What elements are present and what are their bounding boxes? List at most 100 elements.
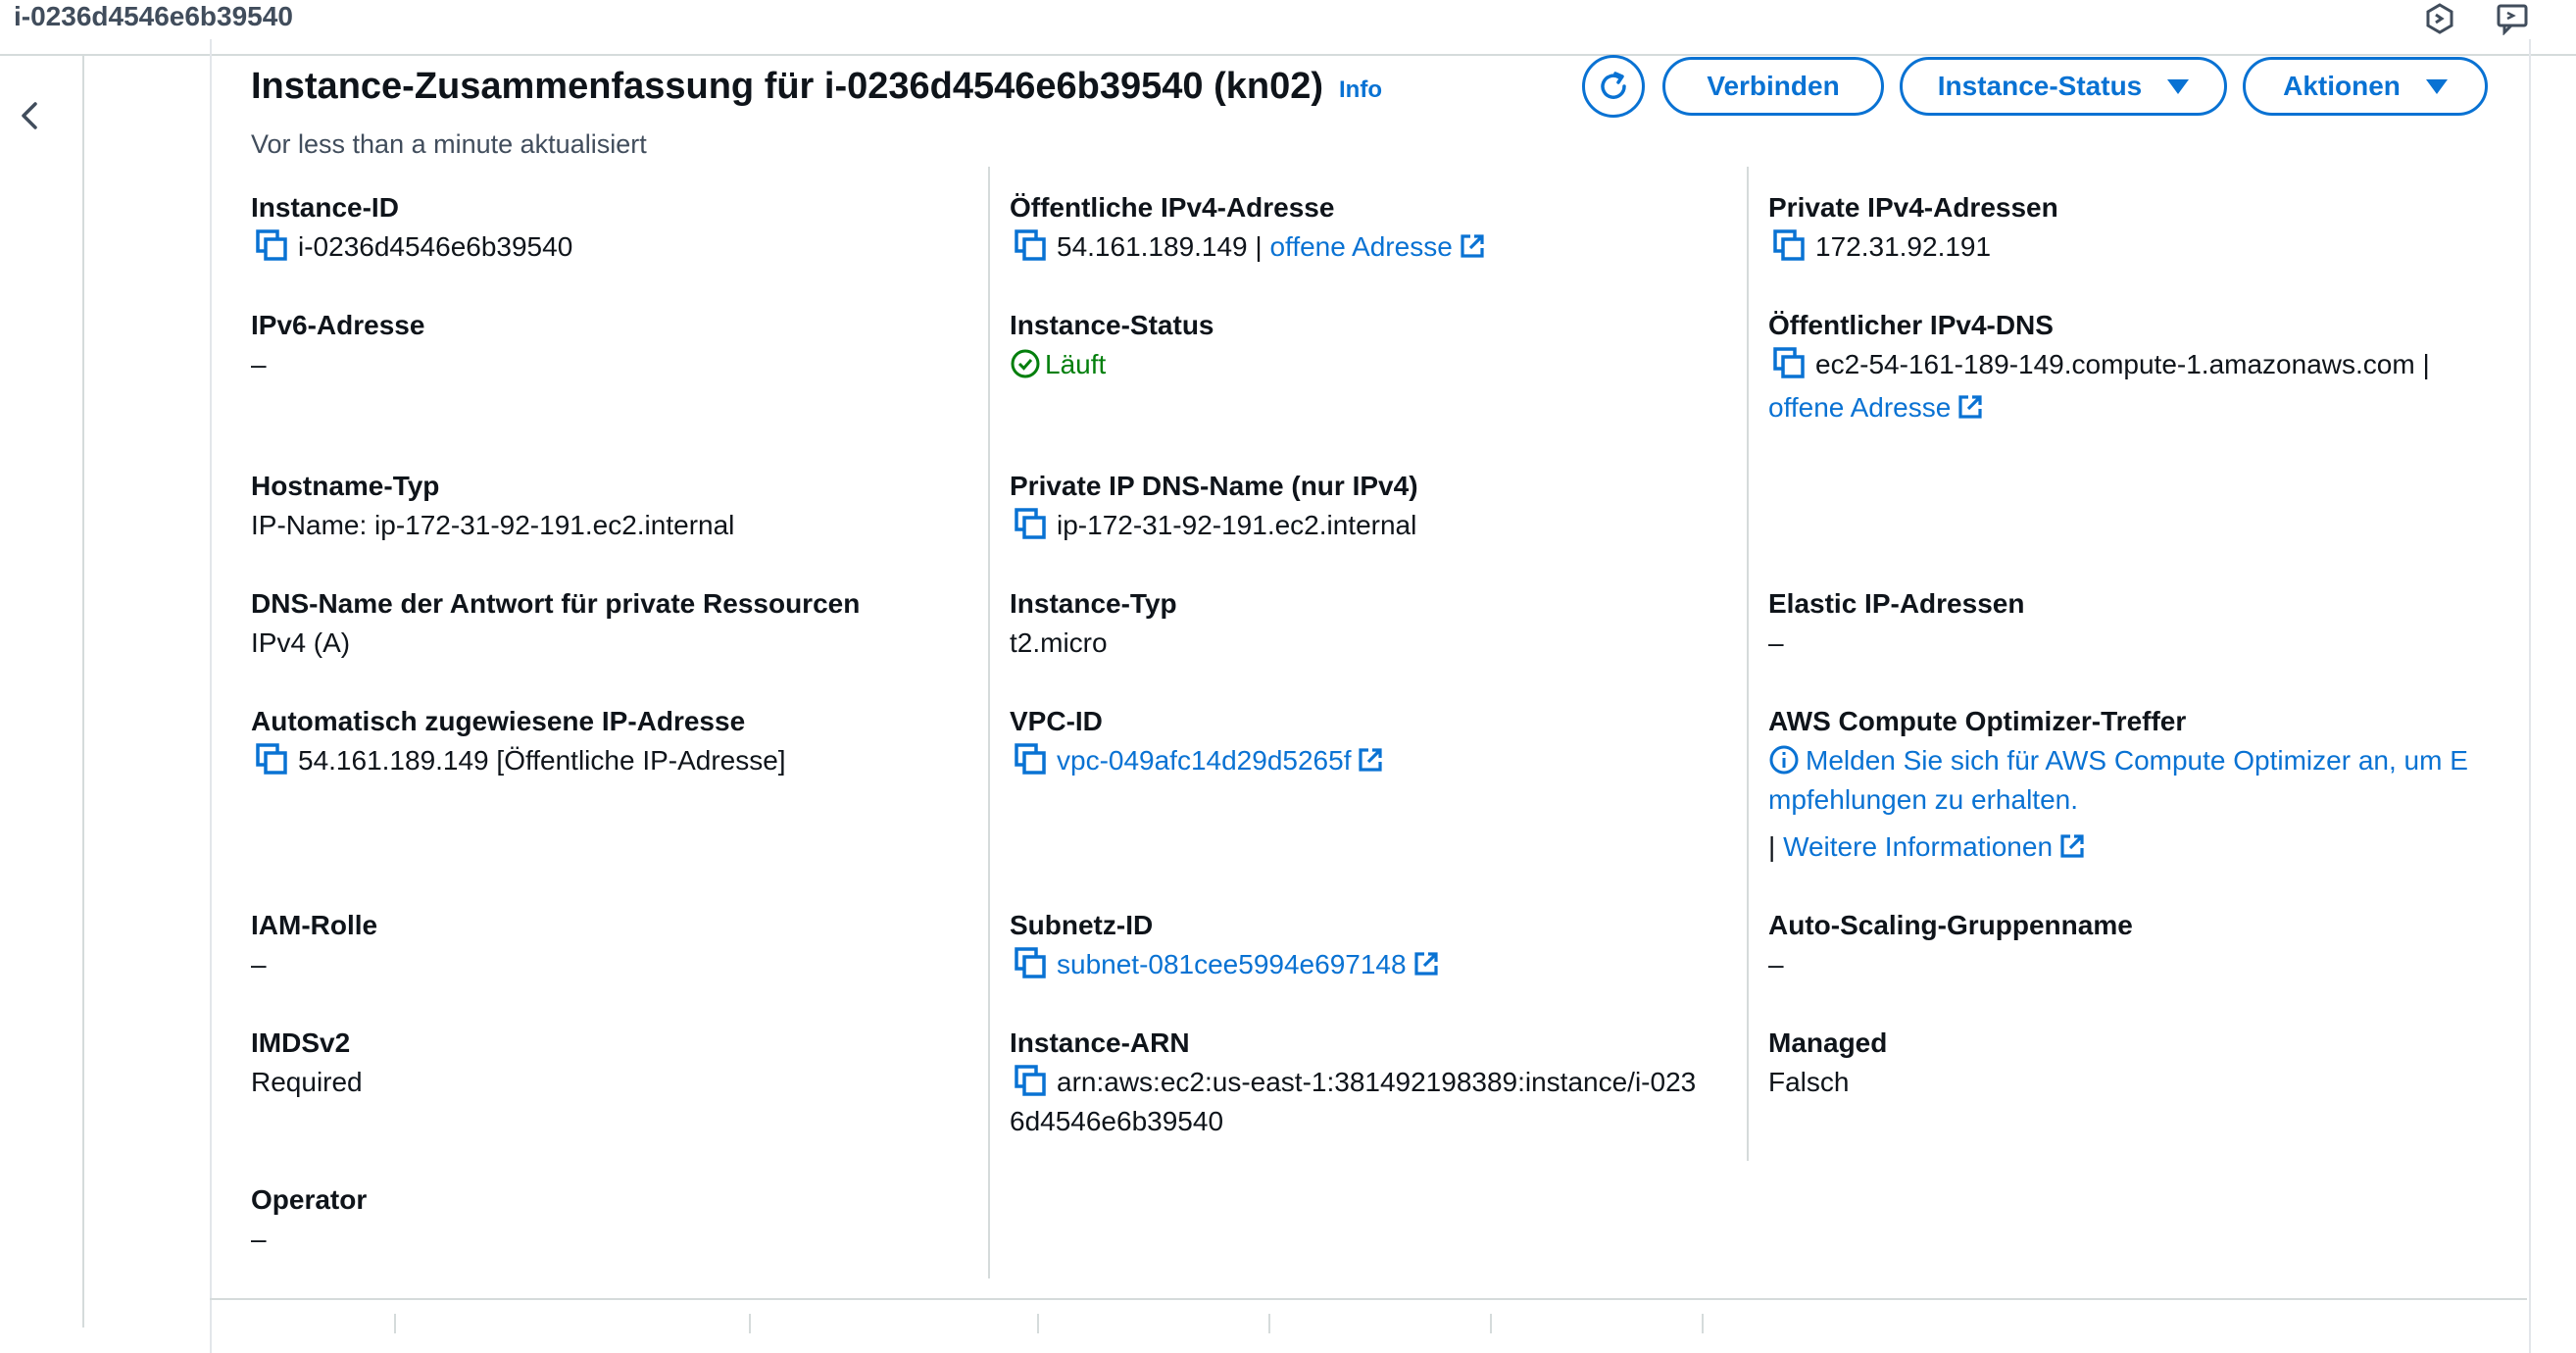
external-link-icon: [1359, 748, 1383, 772]
instance-status-label: Instance-Status: [1010, 310, 1214, 340]
asg-name-value: –: [1768, 949, 1784, 979]
optimizer-signup-link[interactable]: Melden Sie sich für AWS Compute Optimize…: [1768, 741, 2468, 780]
copy-icon[interactable]: [1014, 946, 1047, 979]
subnet-id-label: Subnetz-ID: [1010, 910, 1154, 940]
instance-arn-line2: 6d4546e6b39540: [1010, 1106, 1224, 1136]
copy-icon[interactable]: [255, 742, 288, 776]
public-ipv4-text: 54.161.189.149 |: [1057, 231, 1263, 262]
open-address-link[interactable]: offene Adresse: [1269, 231, 1452, 262]
info-link[interactable]: Info: [1339, 76, 1382, 104]
instance-status-dropdown-label: Instance-Status: [1937, 71, 2143, 101]
public-dns-label: Öffentlicher IPv4-DNS: [1768, 310, 2054, 340]
managed-label: Managed: [1768, 1027, 1888, 1058]
copy-icon[interactable]: [1772, 228, 1806, 262]
external-link-icon: [2060, 834, 2084, 858]
private-dns-text: ip-172-31-92-191.ec2.internal: [1057, 510, 1417, 540]
window-title: i-0236d4546e6b39540: [14, 1, 293, 31]
separator-text: |: [1768, 831, 1776, 862]
vpc-id-value: vpc-049afc14d29d5265f: [1014, 741, 1384, 780]
instance-type-value: t2.micro: [1010, 627, 1108, 658]
operator-value: –: [251, 1224, 267, 1254]
public-ipv4-label: Öffentliche IPv4-Adresse: [1010, 192, 1335, 223]
tab-separator: [1037, 1314, 1039, 1333]
elastic-ip-value: –: [1768, 627, 1784, 658]
auto-ip-value: 54.161.189.149 [Öffentliche IP-Adresse]: [255, 741, 786, 780]
instance-id-label: Instance-ID: [251, 192, 399, 223]
public-ipv4-value: 54.161.189.149 | offene Adresse: [1014, 227, 1486, 267]
public-dns-text: ec2-54-161-189-149.compute-1.amazonaws.c…: [1815, 349, 2430, 379]
copy-icon[interactable]: [1014, 507, 1047, 540]
instance-arn-value: arn:aws:ec2:us-east-1:381492198389:insta…: [1014, 1063, 1696, 1102]
info-icon: [1769, 745, 1799, 775]
hostname-type-value: IP-Name: ip-172-31-92-191.ec2.internal: [251, 510, 735, 540]
last-updated-text: Vor less than a minute aktualisiert: [251, 129, 647, 159]
instance-status-dropdown[interactable]: Instance-Status: [1900, 57, 2227, 116]
public-dns-value: ec2-54-161-189-149.compute-1.amazonaws.c…: [1772, 345, 2430, 384]
more-info-link[interactable]: Weitere Informationen: [1783, 831, 2053, 862]
public-dns-open-address: offene Adresse: [1768, 388, 1984, 427]
feedback-icon[interactable]: [2496, 2, 2529, 35]
ipv6-value: –: [251, 349, 267, 379]
optimizer-signup-line1: Melden Sie sich für AWS Compute Optimize…: [1806, 745, 2468, 776]
dns-response-label: DNS-Name der Antwort für private Ressour…: [251, 588, 861, 619]
instance-status-value: Läuft: [1010, 345, 1106, 384]
connect-button[interactable]: Verbinden: [1662, 57, 1884, 116]
optimizer-signup-line2[interactable]: mpfehlungen zu erhalten.: [1768, 780, 2078, 820]
private-dns-value: ip-172-31-92-191.ec2.internal: [1014, 506, 1416, 545]
instance-arn-line1: arn:aws:ec2:us-east-1:381492198389:insta…: [1057, 1067, 1697, 1097]
iam-role-label: IAM-Rolle: [251, 910, 378, 940]
open-address-link[interactable]: offene Adresse: [1768, 392, 1951, 423]
private-dns-label: Private IP DNS-Name (nur IPv4): [1010, 471, 1418, 501]
tab-separator: [1702, 1314, 1704, 1333]
refresh-button[interactable]: [1582, 55, 1645, 118]
instance-status-text: Läuft: [1045, 349, 1107, 379]
instance-id-text: i-0236d4546e6b39540: [298, 231, 573, 262]
copy-icon[interactable]: [255, 228, 288, 262]
vpc-id-label: VPC-ID: [1010, 706, 1103, 736]
private-ipv4-label: Private IPv4-Adressen: [1768, 192, 2058, 223]
external-link-icon: [1413, 952, 1438, 976]
external-link-icon: [1461, 234, 1484, 258]
caret-down-icon: [2167, 78, 2190, 94]
operator-label: Operator: [251, 1184, 368, 1215]
copy-icon[interactable]: [1014, 742, 1047, 776]
iam-role-value: –: [251, 949, 267, 979]
tab-separator: [1268, 1314, 1270, 1333]
private-ipv4-text: 172.31.92.191: [1815, 231, 1992, 262]
instance-id-value: i-0236d4546e6b39540: [255, 227, 572, 267]
actions-dropdown[interactable]: Aktionen: [2243, 57, 2488, 116]
asg-name-label: Auto-Scaling-Gruppenname: [1768, 910, 2133, 940]
panel-divider: [210, 1298, 2527, 1300]
actions-dropdown-label: Aktionen: [2283, 71, 2401, 101]
imdsv2-label: IMDSv2: [251, 1027, 351, 1058]
copy-icon[interactable]: [1772, 346, 1806, 379]
side-navigation-rail: [0, 55, 84, 1328]
refresh-icon: [1601, 72, 1626, 99]
copy-icon[interactable]: [1014, 1064, 1047, 1097]
copy-icon[interactable]: [1014, 228, 1047, 262]
success-check-icon: [1011, 349, 1040, 378]
ipv6-label: IPv6-Adresse: [251, 310, 425, 340]
auto-ip-label: Automatisch zugewiesene IP-Adresse: [251, 706, 746, 736]
vpc-id-link[interactable]: vpc-049afc14d29d5265f: [1057, 745, 1351, 776]
chevron-left-icon[interactable]: [10, 94, 49, 137]
auto-ip-text: 54.161.189.149 [Öffentliche IP-Adresse]: [298, 745, 786, 776]
private-ipv4-value: 172.31.92.191: [1772, 227, 1991, 267]
caret-down-icon: [2425, 78, 2448, 94]
instance-arn-label: Instance-ARN: [1010, 1027, 1190, 1058]
managed-value: Falsch: [1768, 1067, 1850, 1097]
external-link-icon: [1958, 395, 1982, 419]
optimizer-label: AWS Compute Optimizer-Treffer: [1768, 706, 2187, 736]
cloudshell-icon[interactable]: [2423, 2, 2456, 35]
subnet-id-value: subnet-081cee5994e697148: [1014, 945, 1440, 984]
elastic-ip-label: Elastic IP-Adressen: [1768, 588, 2025, 619]
tab-separator: [749, 1314, 751, 1333]
connect-button-label: Verbinden: [1707, 71, 1840, 101]
optimizer-more-info: | Weitere Informationen: [1768, 827, 2086, 867]
page-title: Instance-Zusammenfassung für i-0236d4546…: [251, 66, 1324, 107]
tab-separator: [1490, 1314, 1492, 1333]
column-divider: [1747, 167, 1749, 1161]
imdsv2-value: Required: [251, 1067, 363, 1097]
column-divider: [988, 167, 990, 1278]
subnet-id-link[interactable]: subnet-081cee5994e697148: [1057, 949, 1407, 979]
